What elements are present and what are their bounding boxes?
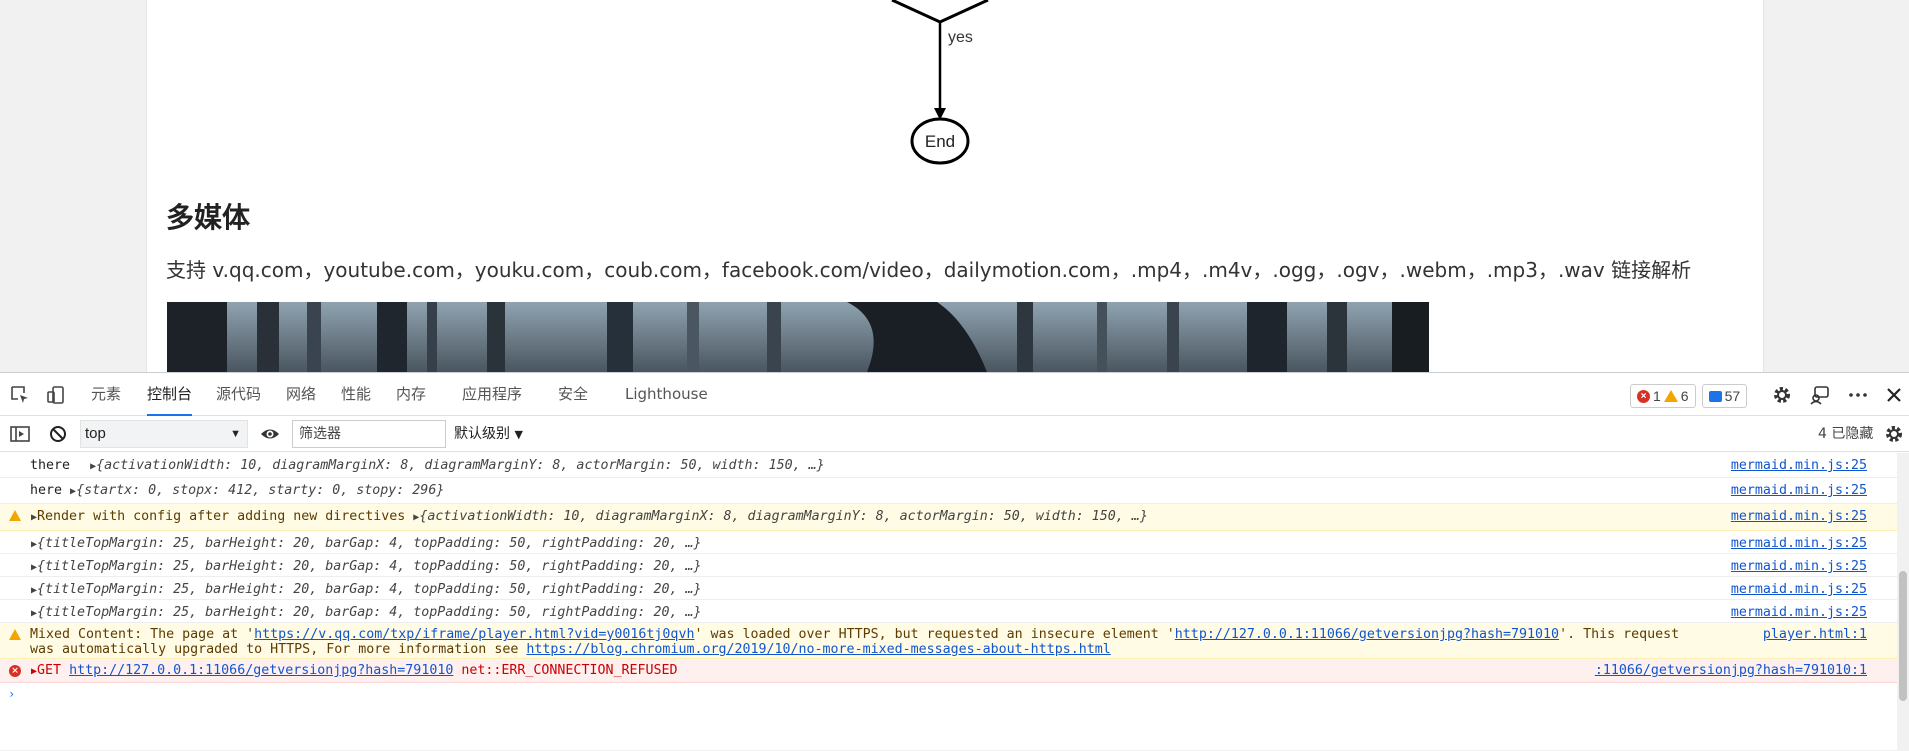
- mixed-content-warning-row: Mixed Content: The page at 'https://v.qq…: [0, 623, 1897, 659]
- console-settings-gear-icon[interactable]: [1884, 424, 1904, 444]
- source-link[interactable]: mermaid.min.js:25: [1731, 559, 1867, 574]
- errors-warnings-counter[interactable]: × 1 6: [1630, 384, 1696, 408]
- expand-triangle-icon[interactable]: ▶: [78, 461, 96, 472]
- video-thumbnail[interactable]: [167, 302, 1429, 372]
- error-message: net::ERR_CONNECTION_REFUSED: [461, 663, 678, 678]
- clear-console-icon[interactable]: [48, 424, 68, 444]
- scrollbar-thumb[interactable]: [1899, 571, 1907, 701]
- tab-elements[interactable]: 元素: [91, 373, 121, 416]
- issue-counters: × 1 6 57: [1630, 384, 1748, 408]
- log-object[interactable]: {activationWidth: 10, diagramMarginX: 8,…: [96, 458, 825, 473]
- tab-memory[interactable]: 内存: [396, 373, 426, 416]
- error-icon: ×: [1637, 389, 1650, 403]
- chromium-blog-link[interactable]: https://blog.chromium.org/2019/10/no-mor…: [526, 642, 1110, 657]
- tab-security[interactable]: 安全: [558, 373, 588, 416]
- http-method: GET: [37, 663, 62, 678]
- warning-text: Mixed Content: The page at ': [30, 627, 255, 642]
- source-link[interactable]: mermaid.min.js:25: [1731, 605, 1867, 620]
- warning-icon: [9, 629, 21, 640]
- insecure-url-link[interactable]: http://127.0.0.1:11066/getversionjpg?has…: [1175, 627, 1559, 642]
- devtools-tabbar: 元素 控制台 源代码 网络 性能 内存 应用程序 安全 Lighthouse ×…: [0, 373, 1909, 416]
- console-row: ▶{titleTopMargin: 25, barHeight: 20, bar…: [0, 554, 1897, 577]
- network-error-row: × ▶GET http://127.0.0.1:11066/getversion…: [0, 659, 1897, 683]
- inspect-element-icon[interactable]: [10, 385, 30, 405]
- source-link[interactable]: mermaid.min.js:25: [1731, 458, 1867, 473]
- warning-text: was automatically upgraded to HTTPS, For…: [30, 642, 527, 657]
- web-page: yes End 多媒体 支持 v.qq.com，youtube.com，youk…: [0, 0, 1909, 372]
- source-link[interactable]: mermaid.min.js:25: [1731, 536, 1867, 551]
- hidden-messages-count[interactable]: 4 已隐藏: [1818, 416, 1873, 452]
- error-count: 1: [1653, 388, 1661, 404]
- console-row: here ▶{startx: 0, stopx: 412, starty: 0,…: [0, 478, 1897, 504]
- log-object[interactable]: {titleTopMargin: 25, barHeight: 20, barG…: [37, 559, 701, 574]
- filter-input[interactable]: [292, 420, 446, 448]
- devtools-panel: 元素 控制台 源代码 网络 性能 内存 应用程序 安全 Lighthouse ×…: [0, 372, 1909, 751]
- end-node-label: End: [925, 132, 955, 151]
- feedback-icon[interactable]: [1810, 385, 1830, 405]
- source-link[interactable]: :11066/getversionjpg?hash=791010:1: [1595, 663, 1867, 678]
- tab-network[interactable]: 网络: [286, 373, 316, 416]
- console-messages: there ▶{activationWidth: 10, diagramMarg…: [0, 453, 1897, 751]
- chevron-down-icon: ▼: [514, 428, 523, 441]
- tab-console[interactable]: 控制台: [147, 373, 193, 416]
- warning-text: '. This request: [1559, 627, 1680, 642]
- console-toolbar: top ▼ 默认级别 ▼ 4 已隐藏: [0, 416, 1909, 452]
- message-icon: [1708, 390, 1722, 402]
- live-expression-eye-icon[interactable]: [260, 424, 280, 444]
- tab-sources[interactable]: 源代码: [216, 373, 261, 416]
- console-row: ▶{titleTopMargin: 25, barHeight: 20, bar…: [0, 600, 1897, 623]
- section-description: 支持 v.qq.com，youtube.com，youku.com，coub.c…: [166, 258, 1692, 282]
- warning-text: ' was loaded over HTTPS, but requested a…: [694, 627, 1175, 642]
- log-prefix: here: [30, 483, 63, 498]
- log-level-dropdown[interactable]: 默认级别 ▼: [454, 416, 523, 452]
- close-devtools-icon[interactable]: [1884, 385, 1904, 405]
- section-heading: 多媒体: [166, 201, 251, 234]
- edge-label: yes: [948, 29, 973, 46]
- error-url-link[interactable]: http://127.0.0.1:11066/getversionjpg?has…: [69, 663, 453, 678]
- console-scrollbar[interactable]: [1897, 453, 1909, 751]
- settings-gear-icon[interactable]: [1772, 385, 1792, 405]
- warning-icon: [9, 510, 21, 521]
- log-object[interactable]: {titleTopMargin: 25, barHeight: 20, barG…: [37, 536, 701, 551]
- more-options-icon[interactable]: [1848, 385, 1868, 405]
- source-link[interactable]: mermaid.min.js:25: [1731, 483, 1867, 498]
- log-object[interactable]: {titleTopMargin: 25, barHeight: 20, barG…: [37, 605, 701, 620]
- context-selector[interactable]: top ▼: [80, 420, 248, 448]
- log-object[interactable]: {titleTopMargin: 25, barHeight: 20, barG…: [37, 582, 701, 597]
- sidebar-toggle-icon[interactable]: [10, 424, 30, 444]
- tab-lighthouse[interactable]: Lighthouse: [625, 373, 708, 416]
- log-level-label: 默认级别: [454, 426, 510, 442]
- console-row: ▶{titleTopMargin: 25, barHeight: 20, bar…: [0, 531, 1897, 554]
- error-icon: ×: [9, 665, 21, 677]
- source-link[interactable]: player.html:1: [1763, 627, 1867, 642]
- message-count: 57: [1724, 388, 1741, 404]
- context-value: top: [85, 425, 106, 442]
- tab-performance[interactable]: 性能: [341, 373, 371, 416]
- device-toolbar-icon[interactable]: [46, 385, 66, 405]
- warning-count: 6: [1680, 388, 1689, 404]
- source-link[interactable]: mermaid.min.js:25: [1731, 509, 1867, 524]
- tab-application[interactable]: 应用程序: [462, 373, 522, 416]
- log-prefix: Render with config after adding new dire…: [37, 509, 406, 524]
- decision-node-bottom: [891, 0, 989, 24]
- console-prompt-chevron-icon[interactable]: ›: [8, 687, 15, 701]
- console-warning-row: ▶Render with config after adding new dir…: [0, 504, 1897, 531]
- log-object[interactable]: {startx: 0, stopx: 412, starty: 0, stopy…: [76, 483, 444, 498]
- log-prefix: there: [30, 458, 71, 473]
- log-object[interactable]: {activationWidth: 10, diagramMarginX: 8,…: [419, 509, 1148, 524]
- page-url-link[interactable]: https://v.qq.com/txp/iframe/player.html?…: [254, 627, 694, 642]
- messages-counter[interactable]: 57: [1701, 384, 1748, 408]
- flowchart-diagram: yes End: [891, 0, 989, 165]
- source-link[interactable]: mermaid.min.js:25: [1731, 582, 1867, 597]
- chevron-down-icon: ▼: [230, 428, 241, 440]
- warning-icon: [1663, 390, 1678, 402]
- console-row: ▶{titleTopMargin: 25, barHeight: 20, bar…: [0, 577, 1897, 600]
- console-row: there ▶{activationWidth: 10, diagramMarg…: [0, 453, 1897, 478]
